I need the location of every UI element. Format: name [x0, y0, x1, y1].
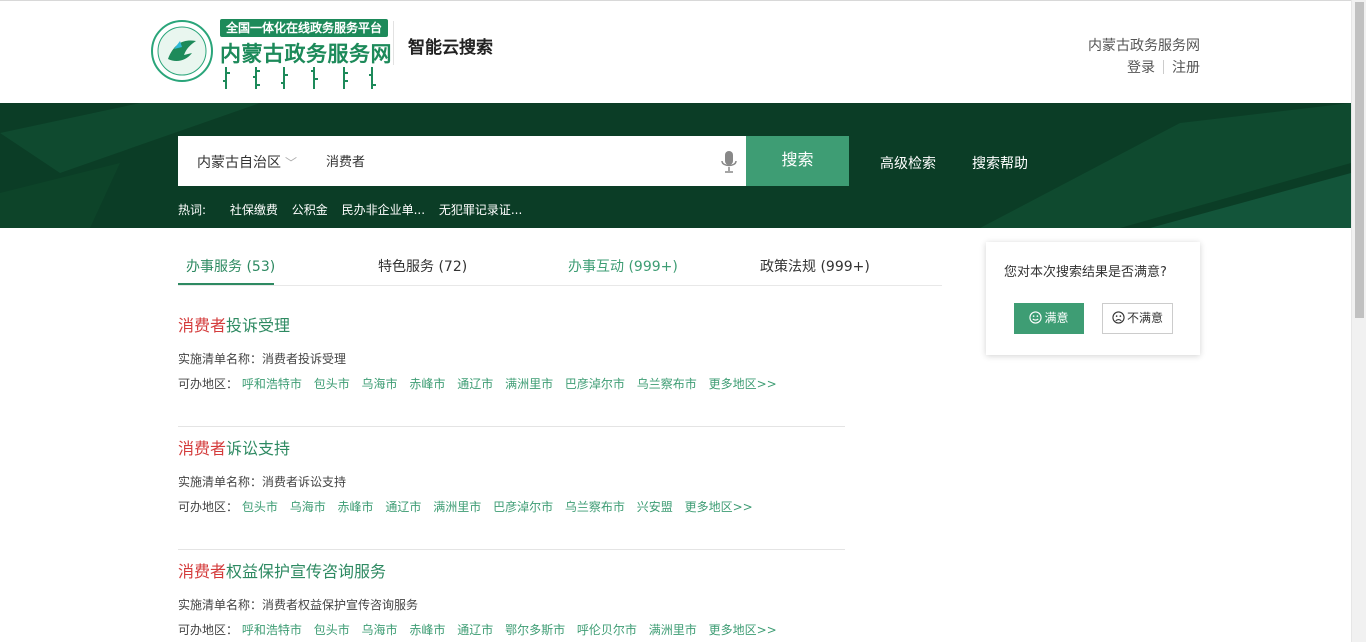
result-title-link[interactable]: 消费者权益保护宣传咨询服务	[178, 558, 386, 582]
advanced-search-link[interactable]: 高级检索	[880, 153, 936, 173]
satisfied-label: 满意	[1044, 311, 1069, 325]
region-link[interactable]: 呼伦贝尔市	[577, 623, 637, 637]
region-link[interactable]: 巴彦淖尔市	[565, 377, 625, 391]
region-link[interactable]: 乌兰察布市	[565, 500, 625, 514]
site-title: 智能云搜索	[408, 38, 493, 58]
title-highlight: 消费者	[178, 439, 227, 458]
site-header: 全国一体化在线政务服务平台 内蒙古政务服务网 智能云搜索 内蒙古政务服务网 登录…	[0, 0, 1351, 103]
region-link[interactable]: 鄂尔多斯市	[505, 623, 565, 637]
result-info: 实施清单名称：消费者权益保护宣传咨询服务	[178, 598, 419, 612]
region-link[interactable]: 乌兰察布市	[637, 377, 697, 391]
region-link[interactable]: 包头市	[314, 623, 350, 637]
more-regions-link[interactable]: 更多地区>>	[685, 500, 753, 514]
region-value: 内蒙古自治区	[197, 155, 281, 171]
search-button[interactable]: 搜索	[746, 136, 849, 186]
result-item: 消费者投诉受理 实施清单名称：消费者投诉受理 可办地区： 呼和浩特市 包头市 乌…	[178, 304, 845, 427]
login-link[interactable]: 登录	[1127, 60, 1155, 76]
smile-icon	[1029, 311, 1043, 324]
title-highlight: 消费者	[178, 316, 227, 335]
result-title-link[interactable]: 消费者投诉受理	[178, 312, 290, 336]
region-link[interactable]: 兴安盟	[637, 500, 673, 514]
regions-label: 可办地区：	[178, 623, 239, 637]
region-link[interactable]: 乌海市	[362, 623, 398, 637]
search-help-link[interactable]: 搜索帮助	[972, 153, 1028, 173]
title-rest: 诉讼支持	[226, 439, 291, 458]
region-link[interactable]: 呼和浩特市	[242, 623, 302, 637]
region-select[interactable]: 内蒙古自治区 ﹀	[197, 152, 297, 172]
hot-word[interactable]: 社保缴费	[230, 203, 278, 217]
region-link[interactable]: 满洲里市	[433, 500, 481, 514]
chevron-down-icon: ﹀	[285, 156, 298, 170]
more-regions-link[interactable]: 更多地区>>	[709, 623, 777, 637]
register-link[interactable]: 注册	[1172, 60, 1200, 76]
unsatisfied-button[interactable]: 不满意	[1102, 303, 1173, 334]
region-link[interactable]: 乌海市	[290, 500, 326, 514]
mongolian-script-icon	[223, 67, 376, 89]
region-link[interactable]: 包头市	[314, 377, 350, 391]
emblem-icon	[151, 20, 213, 82]
region-link[interactable]: 呼和浩特市	[242, 377, 302, 391]
region-link[interactable]: 通辽市	[385, 500, 421, 514]
feedback-panel: 您对本次搜索结果是否满意? 满意 不满意	[986, 242, 1200, 355]
search-box: 内蒙古自治区 ﹀	[178, 136, 746, 186]
unsatisfied-label: 不满意	[1126, 311, 1163, 325]
auth-divider	[1163, 60, 1164, 74]
tab-interaction[interactable]: 办事互动 (999+)	[568, 256, 678, 276]
result-info: 实施清单名称：消费者投诉受理	[178, 352, 347, 366]
result-info: 实施清单名称：消费者诉讼支持	[178, 475, 347, 489]
scrollbar-thumb[interactable]	[1355, 2, 1364, 318]
result-regions: 可办地区： 呼和浩特市 包头市 乌海市 赤峰市 通辽市 满洲里市 巴彦淖尔市 乌…	[178, 375, 785, 392]
result-regions: 可办地区： 包头市 乌海市 赤峰市 通辽市 满洲里市 巴彦淖尔市 乌兰察布市 兴…	[178, 498, 761, 515]
region-link[interactable]: 巴彦淖尔市	[493, 500, 553, 514]
search-banner: 内蒙古自治区 ﹀ 搜索 高级检索 搜索帮助 热词: 社保缴费 公积金 民办非企业单…	[0, 103, 1351, 228]
hot-word[interactable]: 无犯罪记录证...	[439, 203, 522, 217]
region-link[interactable]: 赤峰市	[409, 623, 445, 637]
title-rest: 权益保护宣传咨询服务	[226, 562, 387, 581]
region-link[interactable]: 包头市	[242, 500, 278, 514]
hot-words-label: 热词:	[178, 203, 207, 217]
hot-words: 热词: 社保缴费 公积金 民办非企业单... 无犯罪记录证...	[178, 201, 532, 218]
search-input[interactable]	[326, 153, 706, 168]
frown-icon	[1112, 311, 1125, 324]
regions-label: 可办地区：	[178, 377, 239, 391]
region-link[interactable]: 通辽市	[457, 377, 493, 391]
page-scrollbar[interactable]	[1351, 0, 1366, 642]
tab-policies[interactable]: 政策法规 (999+)	[760, 256, 870, 276]
title-highlight: 消费者	[178, 562, 227, 581]
title-rest: 投诉受理	[226, 316, 291, 335]
region-link[interactable]: 通辽市	[457, 623, 493, 637]
region-link[interactable]: 满洲里市	[649, 623, 697, 637]
logo-subtitle: 全国一体化在线政务服务平台	[220, 19, 389, 37]
region-link[interactable]: 满洲里市	[505, 377, 553, 391]
site-logo[interactable]: 全国一体化在线政务服务平台 内蒙古政务服务网	[150, 16, 392, 91]
region-link[interactable]: 赤峰市	[338, 500, 374, 514]
tab-featured-services[interactable]: 特色服务 (72)	[378, 256, 467, 276]
result-title-link[interactable]: 消费者诉讼支持	[178, 435, 290, 459]
portal-link[interactable]: 内蒙古政务服务网	[1088, 35, 1200, 55]
regions-label: 可办地区：	[178, 500, 239, 514]
page: 全国一体化在线政务服务平台 内蒙古政务服务网 智能云搜索 内蒙古政务服务网 登录…	[0, 0, 1366, 642]
header-divider	[393, 21, 394, 65]
region-link[interactable]: 赤峰市	[409, 377, 445, 391]
result-item: 消费者诉讼支持 实施清单名称：消费者诉讼支持 可办地区： 包头市 乌海市 赤峰市…	[178, 427, 845, 550]
more-regions-link[interactable]: 更多地区>>	[709, 377, 777, 391]
tab-services[interactable]: 办事服务 (53)	[186, 256, 275, 276]
result-regions: 可办地区： 呼和浩特市 包头市 乌海市 赤峰市 通辽市 鄂尔多斯市 呼伦贝尔市 …	[178, 621, 785, 638]
hot-word[interactable]: 民办非企业单...	[342, 203, 425, 217]
result-item: 消费者权益保护宣传咨询服务 实施清单名称：消费者权益保护宣传咨询服务 可办地区：…	[178, 550, 845, 642]
microphone-icon[interactable]	[721, 150, 737, 174]
logo-title: 内蒙古政务服务网	[220, 42, 392, 66]
hot-word[interactable]: 公积金	[292, 203, 328, 217]
region-link[interactable]: 乌海市	[362, 377, 398, 391]
satisfied-button[interactable]: 满意	[1014, 303, 1084, 334]
result-tabs: 办事服务 (53) 特色服务 (72) 办事互动 (999+) 政策法规 (99…	[178, 243, 942, 286]
auth-links: 登录 注册	[1127, 57, 1200, 77]
feedback-question: 您对本次搜索结果是否满意?	[1004, 265, 1167, 280]
active-tab-indicator	[178, 283, 274, 285]
